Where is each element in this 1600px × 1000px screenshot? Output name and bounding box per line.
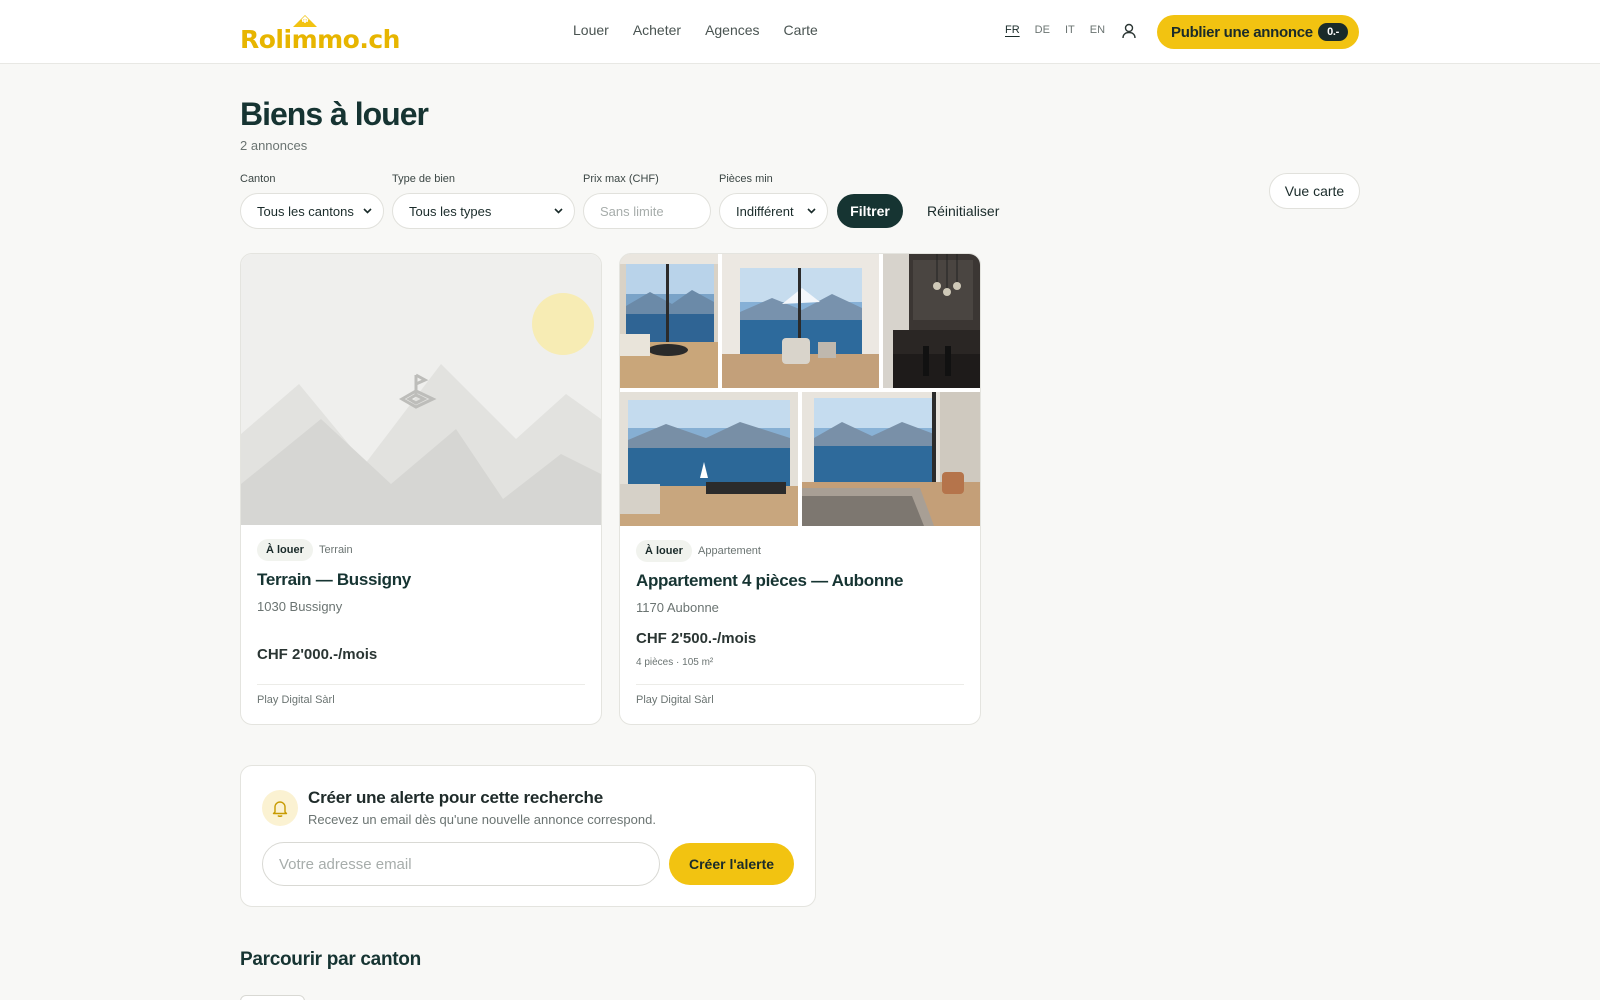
listing-address: 1170 Aubonne xyxy=(636,600,719,615)
publish-label: Publier une annonce xyxy=(1171,23,1313,41)
listing-photo[interactable] xyxy=(883,254,980,388)
alert-title: Créer une alerte pour cette recherche xyxy=(308,788,603,807)
listing-rooms-area: 4 pièces · 105 m² xyxy=(636,657,714,668)
chevron-down-icon xyxy=(554,208,563,214)
canton-label: Canton xyxy=(240,173,276,185)
lang-fr[interactable]: FR xyxy=(1005,24,1020,36)
listing-address: 1030 Bussigny xyxy=(257,599,343,614)
logo-house-icon xyxy=(293,15,317,27)
listing-price: CHF 2'000.-/mois xyxy=(257,646,378,663)
rooms-select[interactable]: Indifférent xyxy=(719,193,828,229)
browse-canton-title: Parcourir par canton xyxy=(240,949,421,970)
card-divider xyxy=(636,684,964,685)
page-title: Biens à louer xyxy=(240,96,429,132)
filter-button[interactable]: Filtrer xyxy=(837,194,903,228)
listing-photo[interactable] xyxy=(620,254,718,388)
lang-it[interactable]: IT xyxy=(1065,24,1075,36)
listing-photo[interactable] xyxy=(620,392,798,526)
publish-listing-button[interactable]: Publier une annonce 0.- xyxy=(1157,15,1359,49)
listing-type: Appartement xyxy=(698,545,761,557)
email-field[interactable] xyxy=(262,842,660,886)
listing-card[interactable]: À louer Appartement Appartement 4 pièces… xyxy=(619,253,981,725)
logo-text: Rolimmo.ch xyxy=(240,25,400,54)
type-value: Tous les types xyxy=(409,203,492,219)
type-label: Type de bien xyxy=(392,173,455,185)
nav-carte[interactable]: Carte xyxy=(784,22,818,38)
listing-placeholder-image xyxy=(241,254,601,525)
status-badge: À louer xyxy=(636,540,692,562)
user-icon[interactable] xyxy=(1120,22,1138,40)
reset-button[interactable]: Réinitialiser xyxy=(927,203,999,219)
canton-chip[interactable] xyxy=(240,995,305,1000)
price-max-input[interactable]: Sans limite xyxy=(583,193,711,229)
listing-price: CHF 2'500.-/mois xyxy=(636,630,757,647)
lang-de[interactable]: DE xyxy=(1035,24,1050,36)
publish-price-badge: 0.- xyxy=(1318,23,1348,41)
listing-title[interactable]: Terrain — Bussigny xyxy=(257,570,411,590)
status-badge: À louer xyxy=(257,539,313,561)
listing-card[interactable]: À louer Terrain Terrain — Bussigny 1030 … xyxy=(240,253,602,725)
alert-subtitle: Recevez un email dès qu'une nouvelle ann… xyxy=(308,812,656,827)
nav-acheter[interactable]: Acheter xyxy=(633,22,681,38)
listing-agency[interactable]: Play Digital Sàrl xyxy=(636,694,714,706)
listing-type: Terrain xyxy=(319,544,353,556)
site-header: Rolimmo.ch Louer Acheter Agences Carte F… xyxy=(0,0,1600,64)
listing-photo[interactable] xyxy=(722,254,879,388)
listing-count: 2 annonces xyxy=(240,138,308,153)
search-alert-box: Créer une alerte pour cette recherche Re… xyxy=(240,765,816,907)
canton-value: Tous les cantons xyxy=(257,203,354,219)
chevron-down-icon xyxy=(363,208,372,214)
rooms-value: Indifférent xyxy=(736,203,794,219)
create-alert-button[interactable]: Créer l'alerte xyxy=(669,843,794,885)
listing-title[interactable]: Appartement 4 pièces — Aubonne xyxy=(636,571,903,591)
main-nav: Louer Acheter Agences Carte xyxy=(573,22,818,38)
canton-select[interactable]: Tous les cantons xyxy=(240,193,384,229)
price-label: Prix max (CHF) xyxy=(583,173,659,185)
bell-icon-wrap xyxy=(262,790,298,826)
rooms-label: Pièces min xyxy=(719,173,773,185)
bell-icon xyxy=(272,801,288,817)
listing-photo-gallery[interactable] xyxy=(620,254,980,526)
nav-louer[interactable]: Louer xyxy=(573,22,609,38)
language-switcher: FR DE IT EN xyxy=(1005,24,1105,36)
site-logo[interactable]: Rolimmo.ch xyxy=(240,14,400,54)
lang-en[interactable]: EN xyxy=(1090,24,1105,36)
map-view-button[interactable]: Vue carte xyxy=(1269,173,1360,209)
listing-photo[interactable] xyxy=(802,392,980,526)
nav-agences[interactable]: Agences xyxy=(705,22,759,38)
price-placeholder: Sans limite xyxy=(600,203,664,219)
type-select[interactable]: Tous les types xyxy=(392,193,575,229)
chevron-down-icon xyxy=(807,208,816,214)
listing-agency[interactable]: Play Digital Sàrl xyxy=(257,694,335,706)
card-divider xyxy=(257,684,585,685)
